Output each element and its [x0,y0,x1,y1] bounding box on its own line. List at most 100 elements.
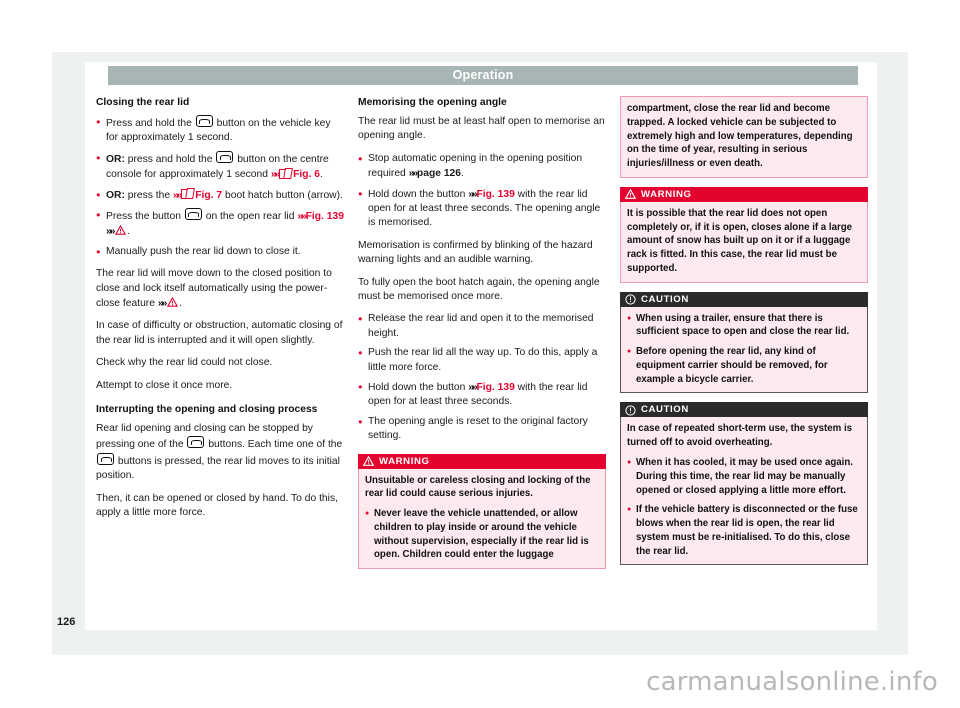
list-item: Before opening the rear lid, any kind of… [627,345,861,386]
paragraph-half-open: The rear lid must be at least half open … [358,115,605,142]
paragraph-text: The rear lid will move down to the close… [96,268,332,309]
step-text: The opening angle is reset to the origin… [368,415,588,442]
paragraph-power-close: The rear lid will move down to the close… [96,267,344,311]
list-item: Stop automatic opening in the opening po… [358,152,606,182]
column-middle: Memorising the opening angle The rear li… [358,96,606,616]
warning-box-header: WARNING [620,186,868,202]
list-item: Hold down the button »»Fig. 139 with the… [358,187,606,231]
caution-circle-icon [625,294,636,305]
caution-box-label: CAUTION [641,404,689,416]
warning-box-label: WARNING [379,455,430,467]
site-watermark: carmanualsonline.info [646,667,938,697]
heading-memorising-opening-angle: Memorising the opening angle [358,97,507,108]
cross-reference-arrow-icon: »» [172,188,183,201]
page-link[interactable]: page 126 [417,168,461,179]
caution-paragraph: In case of repeated short-term use, the … [627,423,853,449]
list-item: Push the rear lid all the way up. To do … [358,346,606,375]
cross-reference-arrow-icon: »» [157,296,168,309]
list-item: Hold down the button »»Fig. 139 with the… [358,380,606,410]
page-viewport: Operation 126 Closing the rear lid Press… [0,0,960,708]
step-text: Manually push the rear lid down to close… [106,245,301,257]
figure-link[interactable]: Fig. 139 [476,189,514,200]
step-text: Press and hold the [106,117,195,129]
paragraph-text-mid: buttons. Each time one of the [205,439,343,451]
caution-bullet-list: When it has cooled, it may be used once … [627,456,861,558]
list-item: Manually push the rear lid down to close… [96,245,344,260]
warning-triangle-icon [115,225,127,236]
heading-closing-the-rear-lid: Closing the rear lid [96,97,190,108]
rear-lid-button-icon [195,114,213,127]
cross-reference-arrow-icon: »» [408,167,419,180]
warning-triangle-icon [362,455,375,466]
rear-lid-button-icon [187,436,205,449]
warning-paragraph: Unsuitable or careless closing and locki… [365,474,591,500]
caution-box-overheating: CAUTION In case of repeated short-term u… [620,402,868,566]
step-text: Release the rear lid and open it to the … [368,313,594,339]
warning-box-snow-luggage-rack: WARNING It is possible that the rear lid… [620,186,868,283]
list-item: Release the rear lid and open it to the … [358,312,606,341]
paragraph-attempt-again: Attempt to close it once more. [96,379,233,391]
step-text: Press the button [106,210,184,222]
list-item: Press the button on the open rear lid »»… [96,207,344,240]
warning-box-closing-locking: WARNING Unsuitable or careless closing a… [358,453,606,570]
or-prefix: OR: [106,153,125,165]
step-text: Hold down the button [368,188,469,200]
caution-box-header: CAUTION [620,291,868,307]
paragraph-text-tail: buttons is pressed, the rear lid moves t… [96,455,340,482]
paragraph-interrupting: Rear lid opening and closing can be stop… [96,422,344,484]
step-text: Hold down the button [368,381,469,393]
step-text-cont: on the open rear lid [202,210,298,222]
figure-link[interactable]: Fig. 139 [306,211,344,222]
warning-box-label: WARNING [641,188,692,200]
paragraph-obstruction: In case of difficulty or obstruction, au… [96,320,343,346]
warning-box-body: It is possible that the rear lid does no… [620,201,868,283]
step-text-cont: boot hatch button (arrow). [222,189,343,201]
memorise-steps-list: Stop automatic opening in the opening po… [358,152,606,231]
warning-triangle-icon [167,296,179,307]
list-item: When using a trailer, ensure that there … [627,312,861,340]
warning-box-body: Unsuitable or careless closing and locki… [358,468,606,570]
paragraph-text-tail: . [179,297,182,309]
cross-reference-arrow-icon: »» [468,187,478,200]
warning-paragraph: It is possible that the rear lid does no… [627,207,853,274]
paragraph-open-by-hand: Then, it can be opened or closed by hand… [96,492,338,518]
caution-box-trailer-carrier: CAUTION When using a trailer, ensure tha… [620,291,868,394]
figure-reference-icon [181,188,193,200]
step-text: press and hold the [124,153,216,165]
warning-continuation-box: compartment, close the rear lid and beco… [620,96,868,178]
step-text: Stop automatic opening in the opening po… [368,152,583,180]
step-text-tail: . [320,169,323,181]
caution-box-body: In case of repeated short-term use, the … [620,417,868,566]
page-header-band: Operation [108,66,858,85]
caution-circle-icon [625,405,636,416]
warning-continuation-paragraph: compartment, close the rear lid and beco… [627,103,853,170]
step-text-tail: . [127,226,131,238]
warning-bullet-list: Never leave the vehicle unattended, or a… [365,507,599,562]
rear-lid-button-icon [216,150,234,163]
heading-interrupting-process: Interrupting the opening and closing pro… [96,403,318,415]
caution-bullet-list: When using a trailer, ensure that there … [627,312,861,387]
rear-lid-button-icon [184,207,202,220]
page-title: Operation [452,68,514,82]
content-columns: Closing the rear lid Press and hold the … [96,96,868,616]
step-text: Push the rear lid all the way up. To do … [368,347,598,373]
rear-lid-button-icon [97,452,114,465]
figure-reference-icon [279,168,291,179]
figure-link[interactable]: Fig. 139 [476,382,514,393]
figure-link[interactable]: Fig. 7 [195,190,222,201]
step-text: press the [124,189,173,201]
warning-box-header: WARNING [358,453,606,469]
list-item: The opening angle is reset to the origin… [358,415,606,444]
paragraph-memorisation-confirmed: Memorisation is confirmed by blinking of… [358,239,593,266]
list-item: When it has cooled, it may be used once … [627,456,861,497]
reset-steps-list: Release the rear lid and open it to the … [358,312,606,443]
cross-reference-arrow-icon: »» [468,380,478,393]
list-item: Press and hold the button on the vehicle… [96,114,344,146]
step-text-tail: . [461,168,464,180]
or-prefix: OR: [106,189,125,201]
caution-box-body: When using a trailer, ensure that there … [620,306,868,394]
list-item: OR: press the »» Fig. 7 boot hatch button… [96,188,344,203]
paragraph-check-why: Check why the rear lid could not close. [96,357,273,369]
caution-box-header: CAUTION [620,402,868,418]
figure-link[interactable]: Fig. 6 [293,169,320,180]
